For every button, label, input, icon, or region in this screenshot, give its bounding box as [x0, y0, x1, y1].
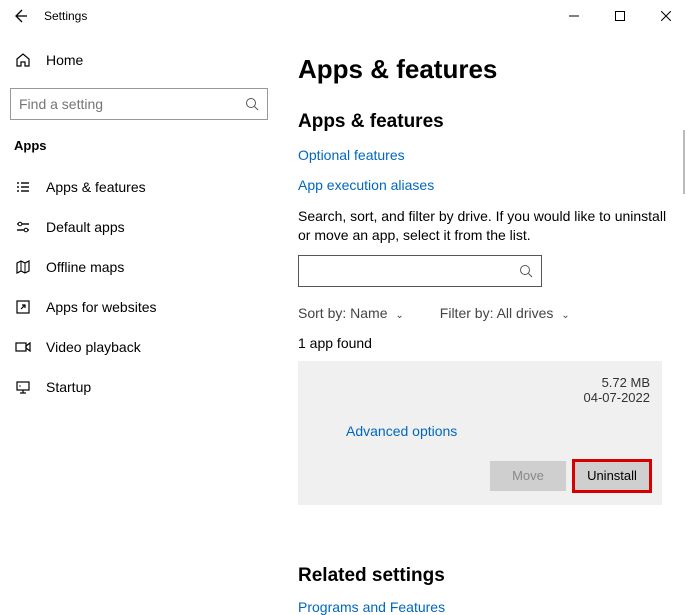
- sort-by-control[interactable]: Sort by: Name ⌄: [298, 305, 404, 321]
- link-advanced-options[interactable]: Advanced options: [310, 423, 650, 439]
- link-programs-features[interactable]: Programs and Features: [298, 599, 669, 615]
- open-icon: [14, 299, 32, 315]
- sidebar-item-default-apps[interactable]: Default apps: [10, 207, 268, 247]
- sidebar-item-video-playback[interactable]: Video playback: [10, 327, 268, 367]
- app-count: 1 app found: [298, 335, 669, 351]
- home-icon: [14, 52, 32, 68]
- sidebar-item-offline-maps[interactable]: Offline maps: [10, 247, 268, 287]
- sidebar-section-label: Apps: [10, 138, 268, 153]
- sidebar: Home Apps Apps & features Default apps: [0, 32, 278, 587]
- sidebar-item-startup[interactable]: Startup: [10, 367, 268, 407]
- sidebar-item-label: Apps for websites: [46, 299, 157, 315]
- sort-label: Sort by:: [298, 305, 346, 321]
- app-date: 04-07-2022: [584, 390, 651, 405]
- main-content: Apps & features Apps & features Optional…: [278, 32, 689, 587]
- nav-home[interactable]: Home: [10, 42, 268, 78]
- search-input-container[interactable]: [10, 88, 268, 120]
- sort-value: Name: [350, 305, 387, 321]
- app-list-item[interactable]: 5.72 MB 04-07-2022 Advanced options Move…: [298, 361, 662, 505]
- sidebar-item-label: Startup: [46, 379, 91, 395]
- sidebar-item-label: Offline maps: [46, 259, 124, 275]
- title-bar: Settings: [0, 0, 689, 32]
- close-button[interactable]: [643, 0, 689, 32]
- window-title: Settings: [40, 9, 87, 23]
- search-input[interactable]: [19, 96, 245, 112]
- filter-by-control[interactable]: Filter by: All drives ⌄: [440, 305, 570, 321]
- search-icon: [519, 264, 533, 278]
- minimize-icon: [569, 11, 579, 21]
- app-search-input[interactable]: [307, 263, 519, 279]
- search-icon: [245, 97, 259, 111]
- sidebar-item-label: Apps & features: [46, 179, 146, 195]
- maximize-button[interactable]: [597, 0, 643, 32]
- video-icon: [14, 339, 32, 355]
- app-search-container[interactable]: [298, 255, 542, 287]
- chevron-down-icon: ⌄: [391, 310, 403, 321]
- section-title: Apps & features: [298, 111, 669, 133]
- filter-value: All drives: [497, 305, 554, 321]
- defaults-icon: [14, 219, 32, 235]
- sidebar-item-apps-websites[interactable]: Apps for websites: [10, 287, 268, 327]
- chevron-down-icon: ⌄: [557, 310, 569, 321]
- uninstall-button[interactable]: Uninstall: [574, 461, 650, 491]
- nav-home-label: Home: [46, 52, 83, 68]
- related-settings-title: Related settings: [298, 565, 669, 587]
- section-description: Search, sort, and filter by drive. If yo…: [298, 207, 669, 245]
- maximize-icon: [615, 11, 625, 21]
- startup-icon: [14, 379, 32, 395]
- list-icon: [14, 179, 32, 195]
- scrollbar[interactable]: [683, 130, 685, 194]
- filter-label: Filter by:: [440, 305, 494, 321]
- link-optional-features[interactable]: Optional features: [298, 147, 669, 163]
- minimize-button[interactable]: [551, 0, 597, 32]
- link-app-execution-aliases[interactable]: App execution aliases: [298, 177, 669, 193]
- map-icon: [14, 259, 32, 275]
- move-button: Move: [490, 461, 566, 491]
- sidebar-item-label: Default apps: [46, 219, 125, 235]
- page-title: Apps & features: [298, 54, 669, 85]
- app-size: 5.72 MB: [584, 375, 651, 390]
- sidebar-item-label: Video playback: [46, 339, 141, 355]
- back-button[interactable]: [0, 0, 40, 32]
- close-icon: [661, 11, 671, 21]
- sidebar-item-apps-features[interactable]: Apps & features: [10, 167, 268, 207]
- arrow-left-icon: [12, 8, 28, 24]
